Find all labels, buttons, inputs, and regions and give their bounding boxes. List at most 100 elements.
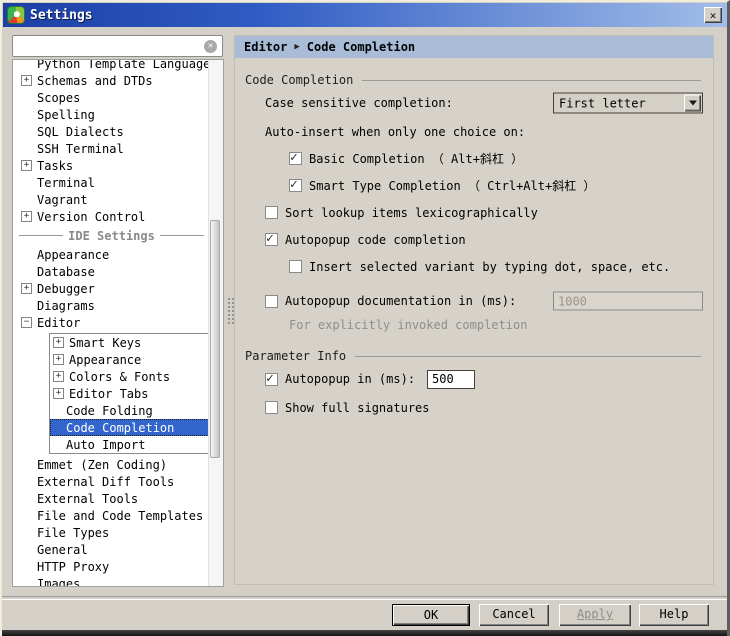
- sidebar-item-scopes[interactable]: Scopes: [13, 89, 210, 106]
- cancel-button[interactable]: Cancel: [479, 604, 549, 626]
- row-insert-selected-variant-by-typing-dot-space-etc: Insert selected variant by typing dot, s…: [235, 253, 713, 280]
- tree-separator-ide-settings: IDE Settings: [13, 225, 210, 246]
- sidebar-item-colors-fonts[interactable]: + Colors & Fonts: [50, 368, 209, 385]
- sidebar-item-smart-keys[interactable]: + Smart Keys: [50, 334, 209, 351]
- sidebar-item-editor[interactable]: − Editor: [13, 314, 210, 331]
- sidebar-item-spelling[interactable]: Spelling: [13, 106, 210, 123]
- checkbox-autopopup-documentation-in-ms[interactable]: [265, 294, 278, 308]
- case-sensitivity-select[interactable]: First letter: [553, 92, 703, 114]
- checkbox-autopopup-in-ms[interactable]: ✓: [265, 370, 278, 386]
- sidebar-item-appearance[interactable]: + Appearance: [50, 351, 209, 368]
- field-autopopup-documentation-in-ms[interactable]: [553, 291, 703, 311]
- checkbox-basic-completion-alt[interactable]: ✓: [289, 150, 302, 165]
- checkbox-autopopup-code-completion[interactable]: ✓: [265, 231, 278, 246]
- collapse-minus-icon[interactable]: −: [21, 317, 32, 328]
- option-label: Autopopup in (ms):: [285, 372, 416, 386]
- sidebar-item-debugger[interactable]: + Debugger: [13, 280, 210, 297]
- group-title-label: Code Completion: [245, 73, 354, 87]
- sidebar-item-ssh-terminal[interactable]: SSH Terminal: [13, 140, 210, 157]
- sidebar-item-label: External Diff Tools: [37, 474, 175, 489]
- sidebar-item-editor-tabs[interactable]: + Editor Tabs: [50, 385, 209, 402]
- tree-scrollbar-track[interactable]: [208, 60, 223, 586]
- dropdown-button[interactable]: [684, 94, 701, 112]
- sidebar-item-terminal[interactable]: Terminal: [13, 174, 210, 191]
- breadcrumb: Editor ▶ Code Completion: [235, 36, 713, 58]
- breadcrumb-parent: Editor: [244, 40, 288, 54]
- sidebar-item-database[interactable]: Database: [13, 263, 210, 280]
- sidebar-item-file-types[interactable]: File Types: [13, 524, 210, 541]
- main-panel: Editor ▶ Code Completion Code Completion…: [234, 35, 714, 585]
- checkmark-icon: ✓: [266, 370, 274, 386]
- expand-plus-icon[interactable]: +: [21, 283, 32, 294]
- code-completion-rows: Case sensitive completion: First letter Au…: [235, 88, 713, 334]
- chevron-down-icon: [688, 100, 697, 106]
- row-autopopup-in-ms: ✓ Autopopup in (ms):: [235, 364, 713, 394]
- sidebar-item-label: Images: [37, 576, 81, 587]
- group-title-rule: [355, 355, 701, 357]
- sidebar-item-label: Auto Import: [66, 437, 146, 452]
- sidebar-item-label: Vagrant: [37, 192, 88, 207]
- sidebar-item-label: Editor: [37, 315, 81, 330]
- option-label: Show full signatures: [285, 400, 430, 415]
- sidebar-item-label: Diagrams: [37, 298, 95, 313]
- sidebar-item-python-template-languages[interactable]: Python Template Languages: [13, 60, 218, 72]
- window-title: Settings: [30, 7, 93, 23]
- expand-plus-icon[interactable]: +: [53, 354, 64, 365]
- sidebar-item-label: Appearance: [69, 352, 142, 367]
- sidebar-item-external-tools[interactable]: External Tools: [13, 490, 210, 507]
- group-title-code-completion: Code Completion: [245, 72, 701, 88]
- sidebar-item-code-completion[interactable]: Code Completion: [50, 419, 209, 436]
- tree-scrollbar-thumb[interactable]: [210, 220, 220, 458]
- sidebar-item-label: Terminal: [37, 175, 95, 190]
- separator-line: [19, 235, 64, 236]
- expand-plus-icon[interactable]: +: [21, 75, 32, 86]
- option-label: Autopopup documentation in (ms):: [285, 294, 517, 308]
- clear-search-icon[interactable]: ✕: [204, 39, 217, 53]
- expand-plus-icon[interactable]: +: [21, 160, 32, 171]
- row-show-full-signatures: Show full signatures: [235, 394, 713, 421]
- sidebar-item-version-control[interactable]: + Version Control: [13, 208, 210, 225]
- search-input[interactable]: [13, 39, 204, 53]
- option-label: Autopopup code completion: [285, 232, 466, 247]
- expand-plus-icon[interactable]: +: [21, 211, 32, 222]
- settings-tree: Python Template Languages + Schemas and DT…: [13, 60, 218, 587]
- expand-plus-icon[interactable]: +: [53, 337, 64, 348]
- sidebar-item-images[interactable]: Images: [13, 575, 210, 587]
- footer-divider: [2, 596, 727, 600]
- button-label: Apply: [576, 607, 614, 621]
- row-auto-insert-when-only-one-choice-on: Auto-insert when only one choice on:: [235, 118, 713, 145]
- app-logo-icon: [8, 7, 24, 23]
- sidebar-item-external-diff-tools[interactable]: External Diff Tools: [13, 473, 210, 490]
- breadcrumb-current: Code Completion: [306, 40, 416, 54]
- row-autopopup-documentation-in-ms: Autopopup documentation in (ms):: [235, 286, 713, 316]
- expand-plus-icon[interactable]: +: [53, 388, 64, 399]
- checkbox-show-full-signatures[interactable]: [265, 401, 278, 414]
- sidebar-item-sql-dialects[interactable]: SQL Dialects: [13, 123, 210, 140]
- sidebar-item-http-proxy[interactable]: HTTP Proxy: [13, 558, 210, 575]
- checkbox-smart-type-completion-ctrl-alt[interactable]: ✓: [289, 177, 302, 192]
- sidebar-item-diagrams[interactable]: Diagrams: [13, 297, 210, 314]
- sidebar-item-vagrant[interactable]: Vagrant: [13, 191, 210, 208]
- sidebar-item-tasks[interactable]: + Tasks: [13, 157, 210, 174]
- close-icon[interactable]: ✕: [704, 7, 722, 23]
- help-button[interactable]: Help: [639, 604, 709, 626]
- apply-button[interactable]: Apply: [559, 604, 631, 626]
- sidebar-item-code-folding[interactable]: Code Folding: [50, 402, 209, 419]
- breadcrumb-arrow-icon: ▶: [294, 42, 300, 52]
- field-autopopup-in-ms[interactable]: [427, 369, 476, 389]
- sidebar-item-label: File Types: [37, 525, 110, 540]
- expand-plus-icon[interactable]: +: [53, 371, 64, 382]
- editor-children-box: + Smart Keys + Appearance + Colors & Fonts + Ed…: [49, 333, 210, 454]
- sidebar-item-appearance[interactable]: Appearance: [13, 246, 210, 263]
- sidebar-item-label: Colors & Fonts: [69, 369, 171, 384]
- checkbox-sort-lookup-items-lexicographically[interactable]: [265, 206, 278, 219]
- sidebar-item-general[interactable]: General: [13, 541, 210, 558]
- sidebar-item-auto-import[interactable]: Auto Import: [50, 436, 209, 453]
- sidebar-item-file-and-code-templates[interactable]: File and Code Templates: [13, 507, 210, 524]
- sidebar-item-emmet-zen-coding[interactable]: Emmet (Zen Coding): [13, 456, 210, 473]
- checkbox-insert-selected-variant-by-typing-dot-space-etc[interactable]: [289, 260, 302, 273]
- separator-line: [159, 235, 205, 236]
- ok-button[interactable]: OK: [392, 604, 470, 626]
- sidebar-item-label: General: [37, 542, 88, 557]
- sidebar-item-schemas-and-dtds[interactable]: + Schemas and DTDs: [13, 72, 210, 89]
